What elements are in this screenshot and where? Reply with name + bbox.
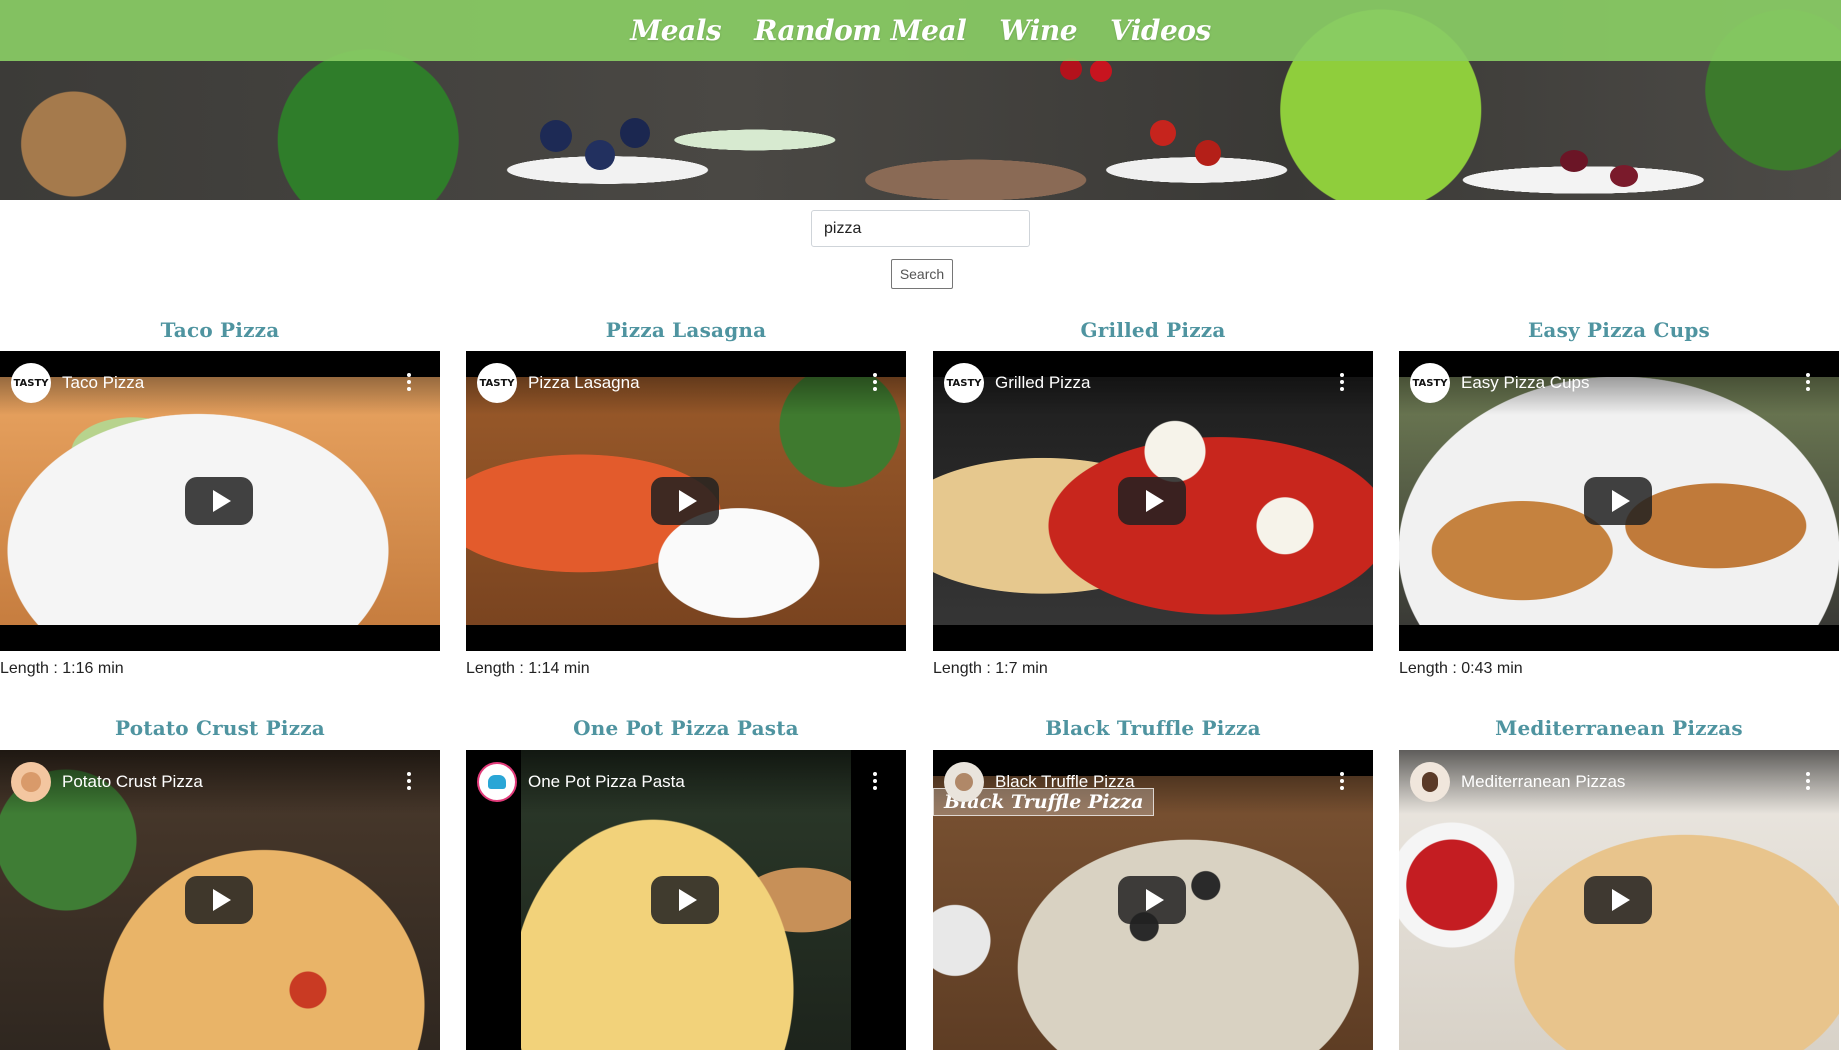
video-player[interactable]: Mediterranean Pizzas [1399, 750, 1839, 1050]
channel-avatar[interactable]: TASTY [477, 363, 517, 403]
play-button-icon[interactable] [1584, 477, 1652, 525]
hero-banner: Meals Random Meal Wine Videos [0, 0, 1841, 200]
video-player[interactable]: TASTY Easy Pizza Cups [1399, 351, 1839, 651]
channel-avatar[interactable] [477, 762, 517, 802]
play-button-icon[interactable] [1584, 876, 1652, 924]
search-input[interactable] [811, 210, 1030, 247]
video-title[interactable]: Easy Pizza Cups [1461, 373, 1590, 393]
video-title[interactable]: Mediterranean Pizzas [1461, 772, 1625, 792]
more-options-icon[interactable] [1805, 373, 1811, 391]
video-length: Length : 1:7 min [933, 660, 1048, 677]
play-button-icon[interactable] [651, 477, 719, 525]
more-options-icon[interactable] [406, 772, 412, 790]
nav-meals[interactable]: Meals [630, 14, 721, 47]
channel-avatar[interactable] [11, 762, 51, 802]
card-title: Easy Pizza Cups [1527, 318, 1711, 342]
more-options-icon[interactable] [1339, 373, 1345, 391]
card-title: Grilled Pizza [1080, 318, 1226, 342]
play-button-icon[interactable] [185, 876, 253, 924]
card-title: Potato Crust Pizza [115, 716, 325, 740]
card-title: One Pot Pizza Pasta [573, 716, 799, 740]
blueberry-decoration [620, 118, 650, 148]
play-button-icon[interactable] [651, 876, 719, 924]
card-title: Mediterranean Pizzas [1495, 716, 1743, 740]
more-options-icon[interactable] [872, 772, 878, 790]
cherry-decoration [1090, 60, 1112, 82]
video-length: Length : 1:16 min [0, 660, 124, 677]
video-player[interactable]: TASTY Grilled Pizza [933, 351, 1373, 651]
video-title[interactable]: Taco Pizza [62, 373, 144, 393]
channel-avatar[interactable]: TASTY [1410, 363, 1450, 403]
play-button-icon[interactable] [1118, 477, 1186, 525]
blueberry-decoration [585, 140, 615, 170]
goji-decoration [1195, 140, 1221, 166]
video-title[interactable]: Potato Crust Pizza [62, 772, 203, 792]
nav-random-meal[interactable]: Random Meal [754, 14, 967, 47]
channel-avatar[interactable] [1410, 762, 1450, 802]
more-options-icon[interactable] [1339, 772, 1345, 790]
play-button-icon[interactable] [185, 477, 253, 525]
bean-decoration [1610, 165, 1638, 187]
video-title[interactable]: Pizza Lasagna [528, 373, 640, 393]
video-player[interactable]: One Pot Pizza Pasta [466, 750, 906, 1050]
video-player[interactable]: Black Truffle Pizza Black Truffle Pizza [933, 750, 1373, 1050]
video-player[interactable]: TASTY Taco Pizza [0, 351, 440, 651]
card-title: Black Truffle Pizza [1045, 716, 1261, 740]
search-button[interactable]: Search [891, 259, 953, 289]
nav-videos[interactable]: Videos [1110, 14, 1211, 47]
more-options-icon[interactable] [1805, 772, 1811, 790]
video-player[interactable]: TASTY Pizza Lasagna [466, 351, 906, 651]
blueberry-decoration [540, 120, 572, 152]
bean-decoration [1560, 150, 1588, 172]
channel-avatar[interactable] [944, 762, 984, 802]
video-title[interactable]: Grilled Pizza [995, 373, 1090, 393]
play-button-icon[interactable] [1118, 876, 1186, 924]
main-nav: Meals Random Meal Wine Videos [0, 0, 1841, 61]
channel-avatar[interactable]: TASTY [944, 363, 984, 403]
more-options-icon[interactable] [872, 373, 878, 391]
more-options-icon[interactable] [406, 373, 412, 391]
cherry-decoration [1060, 58, 1082, 80]
card-title: Taco Pizza [160, 318, 280, 342]
video-length: Length : 0:43 min [1399, 660, 1523, 677]
card-title: Pizza Lasagna [605, 318, 767, 342]
video-title[interactable]: One Pot Pizza Pasta [528, 772, 685, 792]
nav-wine[interactable]: Wine [999, 14, 1077, 47]
video-player[interactable]: Potato Crust Pizza [0, 750, 440, 1050]
goji-decoration [1150, 120, 1176, 146]
video-length: Length : 1:14 min [466, 660, 590, 677]
channel-avatar[interactable]: TASTY [11, 363, 51, 403]
video-title[interactable]: Black Truffle Pizza [995, 772, 1135, 792]
